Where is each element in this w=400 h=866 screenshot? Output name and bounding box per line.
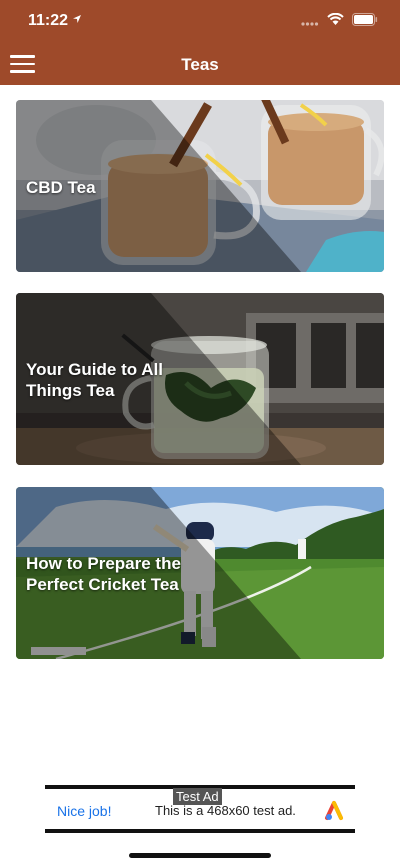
signal-icon xyxy=(301,21,319,26)
status-time: 11:22 xyxy=(28,12,69,29)
wifi-icon xyxy=(327,13,344,25)
card-title: CBD Tea xyxy=(26,178,96,197)
status-icons xyxy=(301,13,378,26)
location-arrow-icon xyxy=(73,15,81,23)
home-indicator xyxy=(129,853,271,858)
card-title: How to Prepare the Perfect Cricket Tea xyxy=(26,554,181,594)
ad-logo-icon xyxy=(325,801,343,820)
article-card-cbd-tea[interactable]: CBD Tea xyxy=(16,100,384,272)
ad-body-text: This is a 468x60 test ad. xyxy=(155,803,296,818)
app-header: 11:22 Teas xyxy=(0,0,400,85)
battery-icon xyxy=(352,13,378,26)
ad-label: Test Ad xyxy=(173,788,222,805)
article-card-cricket-tea[interactable]: How to Prepare the Perfect Cricket Tea xyxy=(16,487,384,659)
status-bar: 11:22 xyxy=(0,0,400,44)
ad-nice-text: Nice job! xyxy=(57,803,112,819)
page-title: Teas xyxy=(181,55,219,74)
article-card-guide-to-tea[interactable]: Your Guide to All Things Tea xyxy=(16,293,384,465)
card-title: Your Guide to All Things Tea xyxy=(26,360,163,400)
